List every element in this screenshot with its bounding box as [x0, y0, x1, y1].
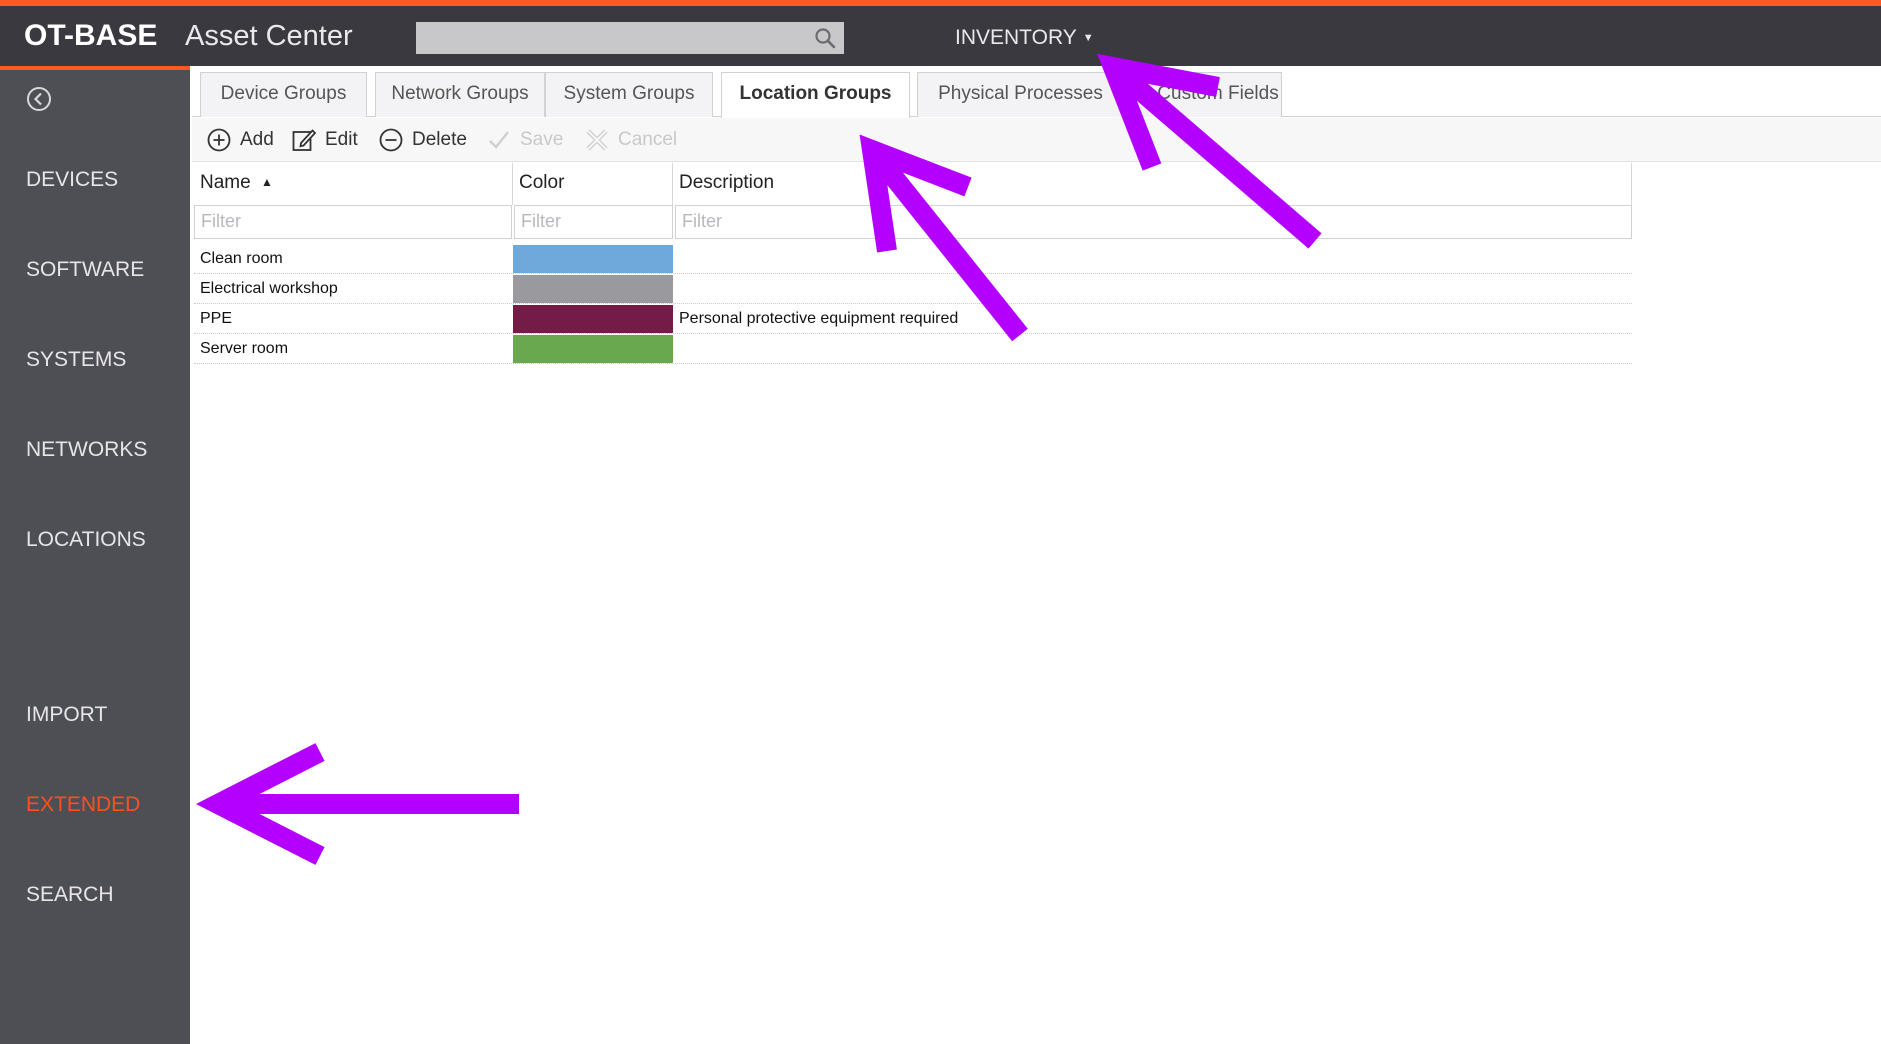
add-button[interactable]: Add	[206, 127, 286, 155]
tab-bar: Device Groups Network Groups System Grou…	[192, 72, 1881, 118]
delete-button[interactable]: Delete	[378, 127, 478, 155]
add-label: Add	[240, 129, 274, 150]
edit-button[interactable]: Edit	[291, 127, 371, 155]
delete-label: Delete	[412, 129, 467, 150]
add-circle-icon	[207, 128, 231, 152]
save-label: Save	[520, 129, 564, 150]
logo: OT-BASE	[24, 19, 158, 52]
search-icon[interactable]	[814, 27, 836, 49]
annotation-arrow-extended	[195, 743, 519, 865]
row-description: Personal protective equipment required	[679, 310, 959, 327]
row-name: Electrical workshop	[200, 280, 338, 297]
row-name: Clean room	[200, 250, 283, 267]
sidebar-item-networks[interactable]: NETWORKS	[26, 438, 147, 462]
column-header-name[interactable]: Name ▲	[194, 163, 513, 205]
caret-down-icon: ▼	[1082, 32, 1094, 44]
cancel-x-icon	[586, 129, 608, 151]
checkmark-icon	[489, 131, 509, 149]
cancel-label: Cancel	[618, 129, 678, 150]
color-filter-input[interactable]: Filter	[514, 205, 673, 239]
sidebar: DEVICES SOFTWARE SYSTEMS NETWORKS LOCATI…	[0, 66, 190, 1044]
app-name: Asset Center	[185, 20, 353, 52]
top-bar: OT-BASE Asset Center INVENTORY ▼	[0, 0, 1881, 66]
sidebar-item-devices[interactable]: DEVICES	[26, 168, 118, 192]
tab-location-groups[interactable]: Location Groups	[721, 72, 910, 118]
sidebar-item-systems[interactable]: SYSTEMS	[26, 348, 126, 372]
sidebar-item-software[interactable]: SOFTWARE	[26, 258, 144, 282]
sort-ascending-icon: ▲	[260, 175, 273, 189]
row-name: PPE	[200, 310, 233, 327]
column-header-name-label: Name	[200, 172, 251, 193]
tab-network-groups[interactable]: Network Groups	[375, 72, 545, 117]
toolbar: Add Edit Delete Save Cancel	[192, 118, 1881, 162]
column-header-color[interactable]: Color	[513, 163, 673, 205]
tab-system-groups[interactable]: System Groups	[545, 72, 713, 117]
collapse-back-icon[interactable]	[26, 86, 52, 112]
edit-label: Edit	[325, 129, 358, 150]
search-input[interactable]	[416, 22, 844, 54]
row-description	[673, 334, 1632, 364]
color-swatch	[513, 275, 673, 303]
row-description	[673, 274, 1632, 304]
row-name: Server room	[200, 340, 289, 357]
sidebar-item-locations[interactable]: LOCATIONS	[26, 528, 146, 552]
table-row[interactable]: Clean room	[194, 244, 1632, 274]
save-button[interactable]: Save	[486, 127, 566, 155]
sidebar-item-search[interactable]: SEARCH	[26, 883, 114, 907]
remove-circle-icon	[379, 128, 403, 152]
row-description	[673, 244, 1632, 274]
tab-device-groups[interactable]: Device Groups	[200, 72, 367, 117]
column-header-description[interactable]: Description	[673, 163, 1632, 205]
tab-custom-fields[interactable]: Custom Fields	[1124, 72, 1282, 117]
inventory-menu[interactable]: INVENTORY ▼	[955, 26, 1094, 50]
color-swatch	[513, 245, 673, 273]
edit-pencil-icon	[292, 129, 317, 151]
name-filter-input[interactable]: Filter	[194, 205, 512, 239]
inventory-label: INVENTORY	[955, 26, 1077, 49]
sidebar-item-import[interactable]: IMPORT	[26, 703, 107, 727]
description-filter-input[interactable]: Filter	[675, 205, 1632, 239]
table-row[interactable]: PPE Personal protective equipment requir…	[194, 304, 1632, 334]
cancel-button[interactable]: Cancel	[584, 127, 679, 155]
sidebar-item-extended[interactable]: EXTENDED	[26, 793, 140, 817]
color-swatch	[513, 335, 673, 363]
table-row[interactable]: Server room	[194, 334, 1632, 364]
color-swatch	[513, 305, 673, 333]
table-row[interactable]: Electrical workshop	[194, 274, 1632, 304]
tab-physical-processes[interactable]: Physical Processes	[917, 72, 1124, 117]
